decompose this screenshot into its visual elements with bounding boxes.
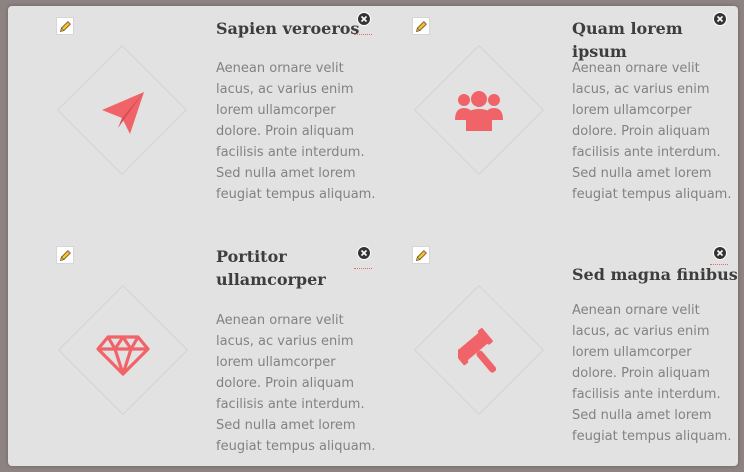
diamond-icon <box>96 335 150 376</box>
feature-description: Aenean ornare velit lacus, ac varius eni… <box>572 61 732 202</box>
users-icon <box>455 91 503 131</box>
edit-button[interactable] <box>412 246 430 264</box>
delete-button[interactable] <box>713 246 727 260</box>
feature-description: Aenean ornare velit lacus, ac varius eni… <box>216 313 376 454</box>
features-panel: Sapien veroeros Aenean ornare velit lacu… <box>8 6 738 466</box>
delete-button[interactable] <box>713 12 727 26</box>
edit-button[interactable] <box>412 17 430 35</box>
feature-card: Quam lorem ipsum Aenean ornare velit lac… <box>364 6 738 236</box>
pencil-icon <box>59 249 71 261</box>
pencil-icon <box>415 249 427 261</box>
feature-card: Portitor ullamcorper Aenean ornare velit… <box>8 242 376 466</box>
edit-button[interactable] <box>56 246 74 264</box>
paper-plane-icon <box>102 92 144 134</box>
feature-card: Sed magna finibus Aenean ornare velit la… <box>364 242 738 466</box>
feature-description: Aenean ornare velit lacus, ac varius eni… <box>572 303 732 444</box>
feature-card: Sapien veroeros Aenean ornare velit lacu… <box>8 6 376 236</box>
pencil-icon <box>59 20 71 32</box>
close-circle-icon <box>714 247 726 259</box>
gavel-icon <box>458 328 497 373</box>
feature-title: Quam lorem ipsum <box>572 19 683 61</box>
feature-description: Aenean ornare velit lacus, ac varius eni… <box>216 61 376 202</box>
feature-title: Portitor ullamcorper <box>216 247 326 289</box>
feature-title: Sapien veroeros <box>216 19 360 38</box>
close-circle-icon <box>714 13 726 25</box>
feature-title: Sed magna finibus <box>572 265 738 284</box>
pencil-icon <box>415 20 427 32</box>
edit-button[interactable] <box>56 17 74 35</box>
